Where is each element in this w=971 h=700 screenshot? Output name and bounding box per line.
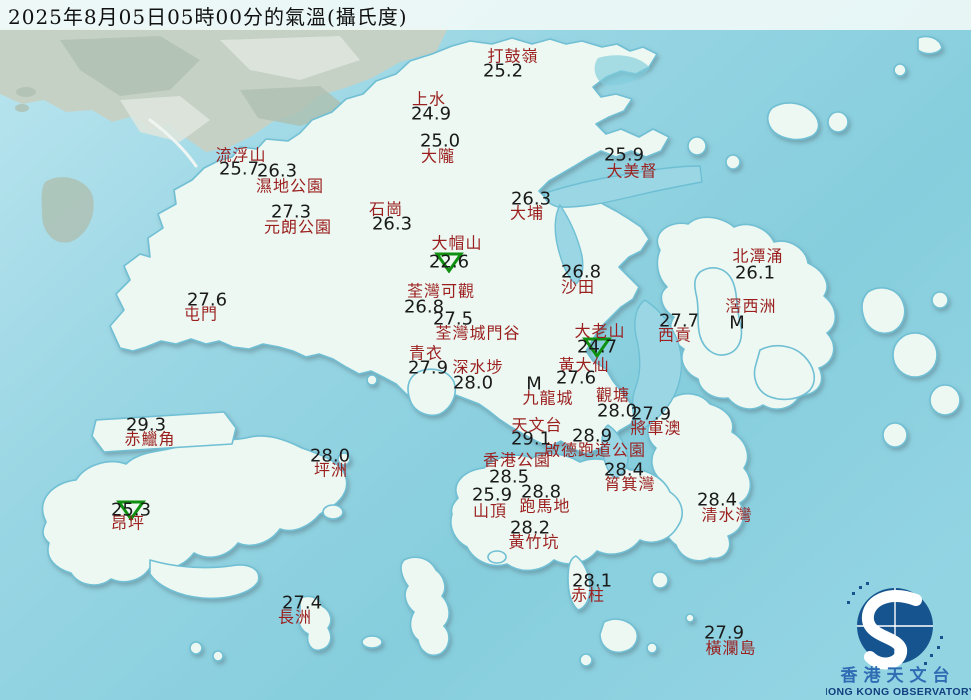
station-temp: 28.0 <box>310 448 350 466</box>
station-temp: 25.3 <box>111 502 151 520</box>
station-temp: 26.8 <box>561 264 601 282</box>
station-temp: 24.9 <box>411 106 451 124</box>
station-temp: 25.7 <box>219 161 259 179</box>
station-temp: 26.3 <box>372 216 412 234</box>
hko-logo-english-name: HONG KONG OBSERVATORY <box>826 686 971 698</box>
station-temp: 28.1 <box>572 573 612 591</box>
station-temp: 27.9 <box>631 406 671 424</box>
hko-logo-chinese-name: 香港天文台 <box>841 665 956 686</box>
station-temp: 26.3 <box>257 163 297 181</box>
station-temp: 27.9 <box>704 625 744 643</box>
hko-logo: 香港天文台 HONG KONG OBSERVATORY <box>826 576 971 700</box>
station-temp: 26.3 <box>511 191 551 209</box>
station-temp: 27.4 <box>282 595 322 613</box>
station-temp: 24.7 <box>577 339 617 357</box>
station-temp: 25.2 <box>483 63 523 81</box>
station-name: 大帽山 <box>431 236 482 252</box>
station-temp: M <box>526 376 542 394</box>
station-temp: 29.1 <box>511 431 551 449</box>
station-temp: 27.6 <box>556 370 596 388</box>
station-temp: 27.9 <box>408 360 448 378</box>
station-temp: 25.9 <box>604 147 644 165</box>
station-temp: M <box>729 315 745 333</box>
station-temp: 28.4 <box>604 462 644 480</box>
temperature-map: 25.2打鼓嶺24.9上水25.0大隴25.7流浮山26.3濕地公園25.9大美… <box>0 0 971 700</box>
station-temp: 27.6 <box>187 292 227 310</box>
title-bar: 2025年8月05日05時00分的氣溫(攝氏度) <box>0 0 971 30</box>
map-title: 2025年8月05日05時00分的氣溫(攝氏度) <box>8 1 408 30</box>
station-temp: 28.0 <box>453 375 493 393</box>
station-temp: 25.9 <box>472 487 512 505</box>
station-temp: 27.3 <box>271 204 311 222</box>
station-temp: 28.9 <box>572 428 612 446</box>
station-temp: 22.6 <box>429 254 469 272</box>
station-temp: 28.4 <box>697 492 737 510</box>
station-temp: 28.8 <box>521 484 561 502</box>
station-temp: 29.3 <box>126 417 166 435</box>
station-temp: 27.5 <box>433 311 473 329</box>
station-temp: 26.1 <box>735 265 775 283</box>
station-temp: 27.7 <box>659 313 699 331</box>
station-temp: 25.0 <box>420 133 460 151</box>
station-name: 山頂 <box>473 504 507 520</box>
station-name: 大美督 <box>606 164 657 180</box>
station-temp: 28.2 <box>510 520 550 538</box>
